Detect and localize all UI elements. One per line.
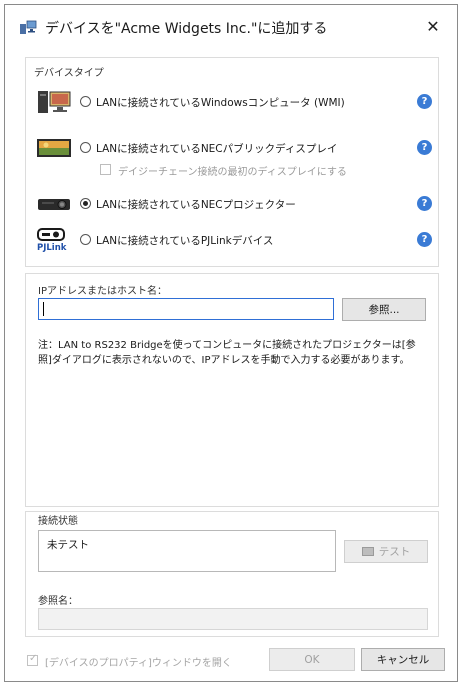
option-label-projector: LANに接続されているNECプロジェクター bbox=[96, 199, 296, 211]
daisy-chain-label: デイジーチェーン接続の最初のディスプレイにする bbox=[118, 167, 347, 178]
device-option-pjlink[interactable]: PJLink LANに接続されているPJLinkデバイス ? bbox=[36, 228, 432, 252]
computer-icon bbox=[38, 91, 71, 113]
text-caret bbox=[43, 302, 44, 316]
ok-button[interactable]: OK bbox=[269, 648, 355, 671]
add-device-icon bbox=[20, 20, 37, 34]
device-option-projector[interactable]: LANに接続されているNECプロジェクター ? bbox=[36, 192, 432, 216]
radio-pjlink[interactable] bbox=[80, 234, 91, 245]
help-icon[interactable]: ? bbox=[417, 140, 432, 155]
help-icon[interactable]: ? bbox=[417, 196, 432, 211]
test-icon bbox=[361, 546, 374, 556]
help-icon[interactable]: ? bbox=[417, 94, 432, 109]
open-properties-label: [デバイスのプロパティ]ウィンドウを開く bbox=[45, 658, 232, 669]
title-bar: デバイスを"Acme Widgets Inc."に追加する ✕ bbox=[5, 5, 457, 49]
open-properties-checkbox[interactable]: ✓ bbox=[27, 653, 38, 666]
display-icon bbox=[37, 139, 71, 157]
close-icon: ✕ bbox=[426, 16, 440, 36]
pjlink-icon: PJLink bbox=[37, 228, 67, 252]
radio-projector[interactable] bbox=[80, 198, 91, 209]
connection-status-box: 未テスト bbox=[38, 530, 336, 572]
close-button[interactable]: ✕ bbox=[419, 13, 447, 39]
add-device-dialog: デバイスを"Acme Widgets Inc."に追加する ✕ デバイスタイプ … bbox=[4, 4, 458, 682]
radio-public-display[interactable] bbox=[80, 142, 91, 153]
device-type-panel: デバイスタイプ LANに接続されているWindowsコンピュータ (WMI) ? bbox=[25, 57, 439, 267]
ref-name-field bbox=[38, 608, 428, 630]
connection-status-label: 接続状態 bbox=[38, 516, 78, 527]
radio-windows[interactable] bbox=[80, 96, 91, 107]
option-label-public-display: LANに接続されているNECパブリックディスプレイ bbox=[96, 143, 338, 155]
device-option-public-display[interactable]: LANに接続されているNECパブリックディスプレイ ? bbox=[36, 136, 432, 160]
ip-address-panel: IPアドレスまたはホスト名： 参照... 注：LAN to RS232 Brid… bbox=[25, 273, 439, 507]
pjlink-logo-text: PJLink bbox=[37, 243, 67, 252]
cancel-button[interactable]: キャンセル bbox=[361, 648, 445, 671]
connection-panel: 接続状態 未テスト テスト 参照名： bbox=[25, 511, 439, 637]
browse-button[interactable]: 参照... bbox=[342, 298, 426, 321]
device-option-windows[interactable]: LANに接続されているWindowsコンピュータ (WMI) ? bbox=[36, 90, 432, 114]
window-title: デバイスを"Acme Widgets Inc."に追加する bbox=[45, 21, 328, 37]
device-type-label: デバイスタイプ bbox=[34, 68, 104, 79]
help-icon[interactable]: ? bbox=[417, 232, 432, 247]
daisy-chain-checkbox[interactable] bbox=[100, 164, 111, 175]
ip-address-input[interactable] bbox=[38, 298, 334, 320]
test-button[interactable]: テスト bbox=[344, 540, 428, 563]
ip-address-label: IPアドレスまたはホスト名： bbox=[38, 286, 167, 297]
option-label-pjlink: LANに接続されているPJLinkデバイス bbox=[96, 235, 274, 247]
ref-name-label: 参照名： bbox=[38, 596, 78, 607]
projector-icon bbox=[38, 199, 70, 210]
connection-status-text: 未テスト bbox=[47, 539, 89, 551]
option-label-windows: LANに接続されているWindowsコンピュータ (WMI) bbox=[96, 97, 345, 109]
projector-note: 注：LAN to RS232 Bridgeを使ってコンピュータに接続されたプロジ… bbox=[38, 340, 416, 366]
test-label: テスト bbox=[378, 546, 411, 558]
